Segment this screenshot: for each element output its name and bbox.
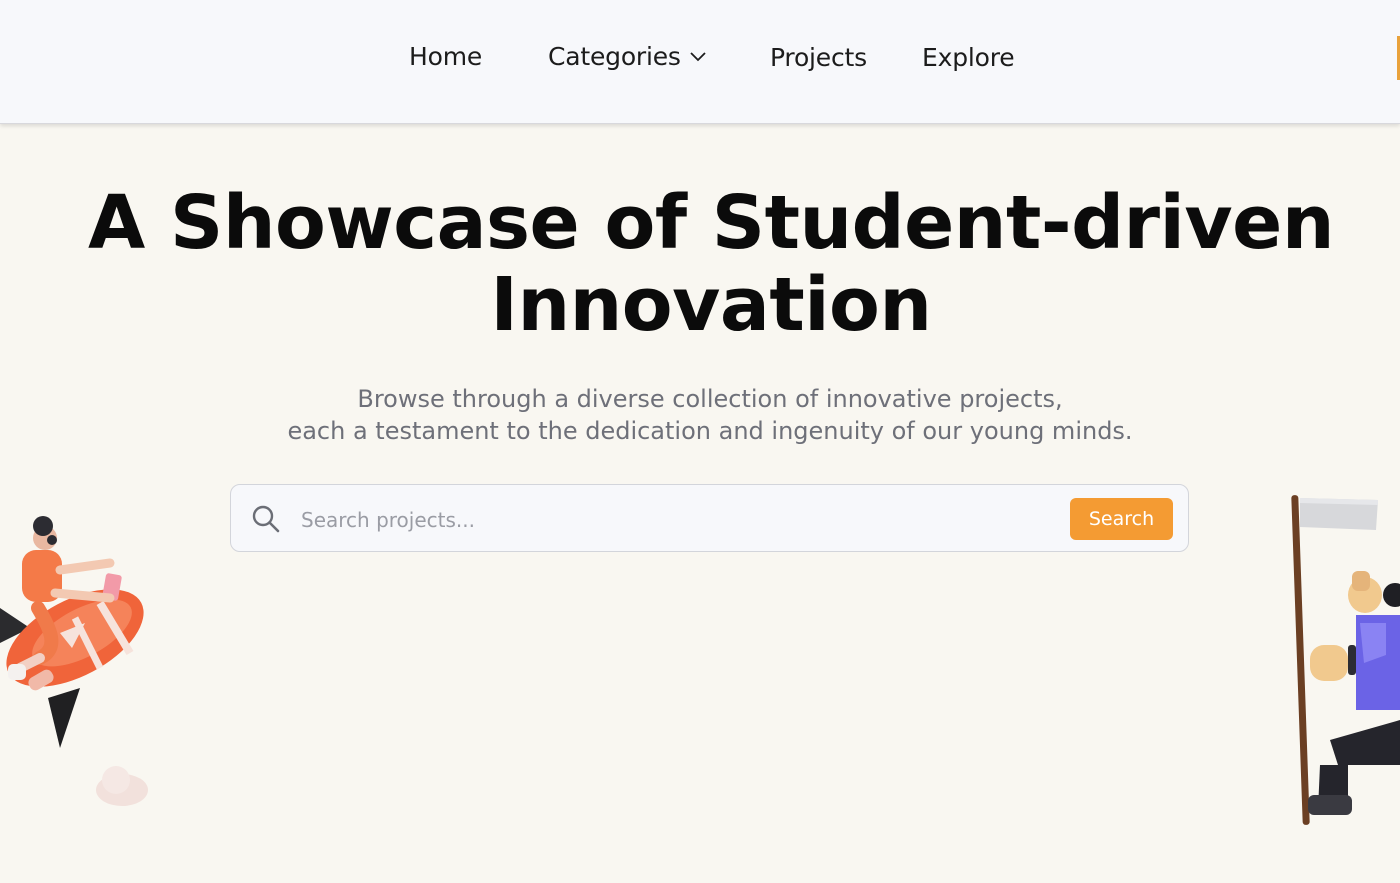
nav-projects-link[interactable]: Projects — [770, 43, 867, 72]
nav-home-link[interactable]: Home — [409, 42, 482, 71]
search-icon — [252, 505, 280, 533]
hero-title-line2: Innovation — [490, 262, 932, 348]
search-bar: Search — [230, 484, 1189, 552]
nav-categories-label: Categories — [548, 42, 681, 71]
hero-title: A Showcase of Student-driven Innovation — [0, 182, 1400, 346]
hero-subtitle-line2: each a testament to the dedication and i… — [287, 417, 1133, 445]
search-button[interactable]: Search — [1070, 498, 1173, 540]
nav-categories-dropdown[interactable]: Categories — [548, 42, 707, 71]
rocket-rider-illustration — [0, 516, 148, 806]
hero-subtitle-line1: Browse through a diverse collection of i… — [357, 385, 1063, 413]
top-navbar: Home Categories Projects Explore — [0, 0, 1400, 124]
chevron-down-icon — [690, 52, 706, 62]
flag-bearer-illustration — [1291, 495, 1400, 825]
search-input[interactable] — [299, 499, 1063, 541]
hero-title-line1: A Showcase of Student-driven — [87, 180, 1335, 266]
hero-subtitle: Browse through a diverse collection of i… — [0, 383, 1400, 447]
nav-explore-link[interactable]: Explore — [922, 43, 1015, 72]
page: Home Categories Projects Explore A Showc… — [0, 0, 1400, 883]
